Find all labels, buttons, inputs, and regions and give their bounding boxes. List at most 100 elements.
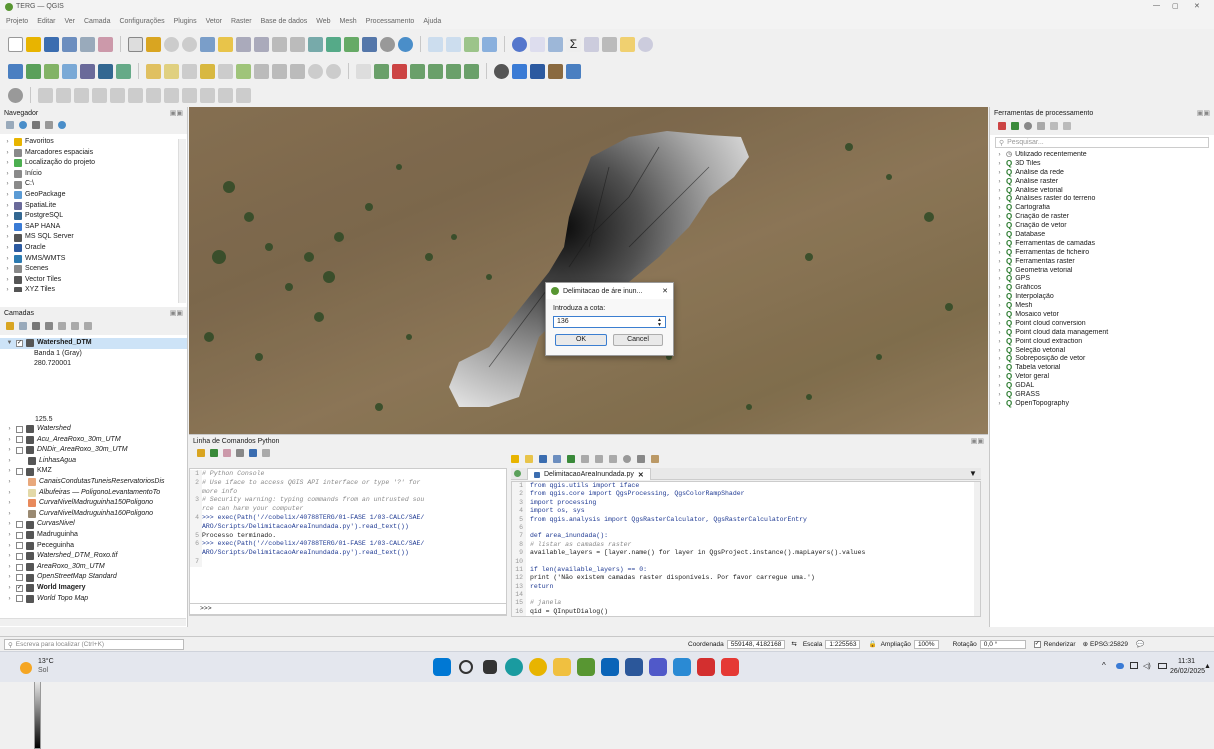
toolbox-provider[interactable]: › Q Análise raster: [996, 178, 1214, 187]
digitize-icon[interactable]: [182, 63, 197, 79]
label-rotate-icon[interactable]: [428, 63, 443, 79]
expand-arrow-icon[interactable]: ›: [4, 243, 11, 254]
history-icon[interactable]: [1024, 122, 1032, 130]
toolbox-provider[interactable]: › Q Point cloud extraction: [996, 338, 1214, 347]
editor-vscrollbar[interactable]: [974, 482, 980, 616]
comment-icon[interactable]: [637, 455, 645, 463]
undo-icon[interactable]: [308, 63, 323, 79]
collapse-arrow-icon[interactable]: ▼: [6, 338, 13, 349]
reshape-icon[interactable]: [92, 87, 107, 103]
clear-console-icon[interactable]: [197, 449, 205, 457]
toolbox-provider[interactable]: › Q Ferramentas de ficheiro: [996, 249, 1214, 258]
menu-web[interactable]: Web: [316, 18, 330, 25]
layer-row[interactable]: › Watershed: [0, 424, 186, 435]
toolbox-provider[interactable]: › Q Criação de vetor: [996, 222, 1214, 231]
expand-arrow-icon[interactable]: ›: [996, 240, 1003, 249]
toolbox-provider[interactable]: › Q GDAL: [996, 382, 1214, 391]
layer-row[interactable]: › Watershed_DTM_Roxo.tif: [0, 551, 186, 562]
expand-arrow-icon[interactable]: ›: [6, 435, 13, 446]
expand-arrow-icon[interactable]: ›: [996, 373, 1003, 382]
print-layout-icon[interactable]: [80, 36, 95, 52]
pan-icon[interactable]: [128, 36, 143, 52]
toolbox-provider[interactable]: › Q GPS: [996, 275, 1214, 284]
vertex-tool-icon[interactable]: [218, 63, 233, 79]
file-explorer-icon[interactable]: [553, 658, 571, 676]
render-checkbox[interactable]: ✓: [1033, 640, 1041, 648]
redo-icon[interactable]: [326, 63, 341, 79]
browser-item[interactable]: › SpatiaLite: [4, 201, 185, 212]
toolbox-provider[interactable]: › Q 3D Tiles: [996, 160, 1214, 169]
tab-close-icon[interactable]: ✕: [638, 471, 644, 479]
new-project-icon[interactable]: [8, 36, 23, 52]
layer-row[interactable]: › Peceguinha: [0, 541, 186, 552]
layer-checkbox[interactable]: [16, 595, 23, 603]
manage-themes-icon[interactable]: [32, 322, 40, 330]
layer-checkbox[interactable]: [16, 574, 23, 582]
layer-checkbox[interactable]: [16, 521, 23, 529]
search-web-icon[interactable]: [638, 36, 653, 52]
expand-arrow-icon[interactable]: ›: [6, 541, 13, 552]
plugin-layers-icon[interactable]: [530, 63, 545, 79]
edit-features-icon[interactable]: [1050, 122, 1058, 130]
label-highlight-icon[interactable]: [392, 63, 407, 79]
minimize-button[interactable]: —: [1153, 2, 1160, 9]
qgis-taskbar-icon[interactable]: [577, 658, 595, 676]
measure-icon[interactable]: [584, 36, 599, 52]
toolbox-provider[interactable]: › Q Criação de raster: [996, 213, 1214, 222]
layer-row[interactable]: › Acu_AreaRoxo_30m_UTM: [0, 435, 186, 446]
rotation-field[interactable]: 0,0 °: [979, 639, 1026, 649]
expand-arrow-icon[interactable]: ›: [996, 258, 1003, 267]
layer-row[interactable]: › Albufeiras — PoligonoLevantamentoTo: [0, 488, 186, 499]
expand-arrow-icon[interactable]: ›: [996, 320, 1003, 329]
filter-icon[interactable]: [32, 121, 40, 129]
browser-item[interactable]: › Vector Tiles: [4, 275, 185, 286]
save-as-icon[interactable]: [62, 36, 77, 52]
select-by-value-icon[interactable]: [446, 36, 461, 52]
cota-value[interactable]: 136: [557, 318, 569, 326]
console-options-icon[interactable]: [262, 449, 270, 457]
expand-arrow-icon[interactable]: ›: [996, 267, 1003, 276]
crs-globe-icon[interactable]: ⊕: [1083, 640, 1088, 648]
rotate-icon[interactable]: [236, 87, 251, 103]
results-icon[interactable]: [1037, 122, 1045, 130]
toolbox-provider[interactable]: › Q Análise vetorial: [996, 187, 1214, 196]
collapse-all-icon[interactable]: [45, 121, 53, 129]
tray-battery-icon[interactable]: [1158, 663, 1167, 669]
temporal-icon[interactable]: [380, 36, 395, 52]
panel-close-icon[interactable]: ▣▣: [971, 437, 984, 445]
menu-base-de-dados[interactable]: Base de dados: [261, 18, 308, 25]
layer-checkbox[interactable]: [16, 542, 23, 550]
expand-arrow-icon[interactable]: ›: [996, 355, 1003, 364]
outlook-icon[interactable]: [601, 658, 619, 676]
split-icon[interactable]: [56, 87, 71, 103]
editor-new-tab-icon[interactable]: [514, 470, 521, 477]
expand-arrow-icon[interactable]: ›: [6, 488, 13, 499]
maximize-button[interactable]: ▢: [1172, 2, 1179, 10]
add-spatialite-icon[interactable]: [80, 63, 95, 79]
expand-arrow-icon[interactable]: ›: [4, 201, 11, 212]
add-delimited-icon[interactable]: [62, 63, 77, 79]
browser-item[interactable]: › XYZ Tiles: [4, 285, 185, 292]
expand-arrow-icon[interactable]: ›: [4, 137, 11, 148]
open-project-icon[interactable]: [26, 36, 41, 52]
layer-row[interactable]: › CurvaNivelMadruguinha150Poligono: [0, 498, 186, 509]
save-edits-icon[interactable]: [164, 63, 179, 79]
clock-time[interactable]: 11:31: [1178, 658, 1195, 665]
save-project-icon[interactable]: [44, 36, 59, 52]
panel-close-icon[interactable]: ▣▣: [1197, 109, 1210, 117]
zoom-last-icon[interactable]: [272, 36, 287, 52]
expand-arrow-icon[interactable]: ›: [996, 329, 1003, 338]
show-bookmarks-icon[interactable]: [362, 36, 377, 52]
add-polygon-icon[interactable]: [200, 63, 215, 79]
locator-bar[interactable]: ⚲ Escreva para localizar (Ctrl+K): [4, 638, 184, 650]
expand-arrow-icon[interactable]: ›: [6, 594, 13, 605]
expand-arrow-icon[interactable]: ›: [996, 302, 1003, 311]
gps-icon[interactable]: [8, 87, 23, 103]
expand-arrow-icon[interactable]: ›: [4, 254, 11, 265]
toolbox-icon[interactable]: [548, 36, 563, 52]
messages-icon[interactable]: 💬: [1136, 640, 1144, 648]
paste-features-icon[interactable]: [290, 63, 305, 79]
add-selected-icon[interactable]: [6, 121, 14, 129]
layer-checkbox[interactable]: [16, 552, 23, 560]
toolbox-provider[interactable]: › Q Point cloud conversion: [996, 320, 1214, 329]
